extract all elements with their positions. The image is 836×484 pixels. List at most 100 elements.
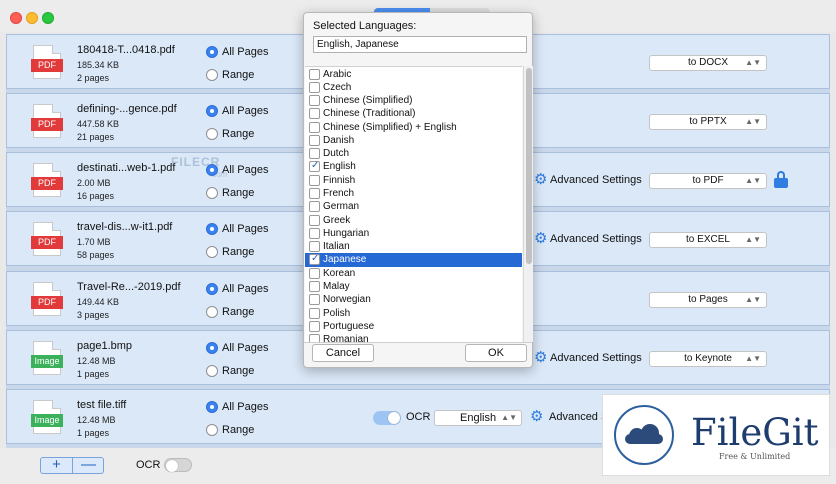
file-name: Travel-Re...-2019.pdf bbox=[77, 281, 181, 293]
range-radio[interactable] bbox=[206, 306, 218, 318]
output-format-select[interactable]: to PDF ▲▼ bbox=[649, 173, 767, 189]
all-pages-radio[interactable] bbox=[206, 46, 218, 58]
range-radio[interactable] bbox=[206, 128, 218, 140]
all-pages-radio[interactable] bbox=[206, 283, 218, 295]
language-checkbox[interactable] bbox=[309, 334, 320, 342]
output-format-select[interactable]: to Keynote ▲▼ bbox=[649, 351, 767, 367]
global-ocr-toggle[interactable] bbox=[164, 458, 192, 472]
watermark: FILECR bbox=[171, 155, 221, 169]
output-format-select[interactable]: to EXCEL ▲▼ bbox=[649, 232, 767, 248]
language-item[interactable]: Czech bbox=[305, 81, 522, 94]
language-item[interactable]: Romanian bbox=[305, 333, 522, 342]
language-item[interactable]: Danish bbox=[305, 134, 522, 147]
language-checkbox[interactable] bbox=[309, 81, 320, 93]
language-item[interactable]: Chinese (Traditional) bbox=[305, 107, 522, 120]
language-checkbox[interactable] bbox=[309, 267, 320, 279]
file-type-badge: PDF bbox=[31, 236, 63, 249]
output-format-value: to PPTX bbox=[689, 116, 727, 127]
remove-file-button[interactable]: — bbox=[73, 457, 104, 473]
language-item[interactable]: English bbox=[305, 160, 522, 173]
language-item[interactable]: Finnish bbox=[305, 174, 522, 187]
row-ocr-toggle[interactable] bbox=[373, 411, 401, 425]
language-checkbox[interactable] bbox=[309, 294, 320, 306]
ocr-language-select[interactable]: English ▲▼ bbox=[434, 410, 522, 426]
language-checkbox[interactable] bbox=[309, 214, 320, 226]
gear-icon: ⚙ bbox=[530, 410, 544, 424]
all-pages-radio[interactable] bbox=[206, 401, 218, 413]
language-item[interactable]: Hungarian bbox=[305, 227, 522, 240]
file-pages: 2 pages bbox=[77, 73, 110, 83]
language-checkbox[interactable] bbox=[309, 95, 320, 107]
language-name: Korean bbox=[323, 267, 356, 279]
output-format-select[interactable]: to PPTX ▲▼ bbox=[649, 114, 767, 130]
language-item[interactable]: Korean bbox=[305, 267, 522, 280]
all-pages-radio[interactable] bbox=[206, 105, 218, 117]
language-item[interactable]: Portuguese bbox=[305, 320, 522, 333]
close-window-button[interactable] bbox=[10, 12, 22, 24]
language-item[interactable]: Italian bbox=[305, 240, 522, 253]
language-checkbox[interactable] bbox=[309, 307, 320, 319]
language-checkbox[interactable] bbox=[309, 108, 320, 120]
range-radio[interactable] bbox=[206, 246, 218, 258]
output-format-select[interactable]: to DOCX ▲▼ bbox=[649, 55, 767, 71]
all-pages-label: All Pages bbox=[222, 223, 269, 235]
scrollbar-thumb[interactable] bbox=[526, 68, 532, 264]
language-item[interactable]: Japanese bbox=[305, 253, 522, 267]
minimize-window-button[interactable] bbox=[26, 12, 38, 24]
language-checkbox[interactable] bbox=[309, 280, 320, 292]
language-name: Chinese (Traditional) bbox=[323, 108, 416, 120]
chevron-updown-icon: ▲▼ bbox=[745, 295, 761, 304]
range-radio[interactable] bbox=[206, 187, 218, 199]
range-label: Range bbox=[222, 306, 255, 318]
language-item[interactable]: Chinese (Simplified) bbox=[305, 94, 522, 107]
brand-logo: FileGit Free & Unlimited bbox=[602, 394, 830, 476]
language-checkbox[interactable] bbox=[309, 227, 320, 239]
ok-button[interactable]: OK bbox=[465, 344, 527, 362]
brand-tagline: Free & Unlimited bbox=[719, 452, 791, 461]
language-list-scrollbar[interactable] bbox=[523, 66, 533, 342]
language-item[interactable]: French bbox=[305, 187, 522, 200]
range-label: Range bbox=[222, 246, 255, 258]
add-file-button[interactable]: + bbox=[41, 457, 73, 473]
language-checkbox[interactable] bbox=[309, 160, 320, 173]
file-size: 447.58 KB bbox=[77, 119, 120, 129]
all-pages-radio[interactable] bbox=[206, 342, 218, 354]
language-name: Arabic bbox=[323, 68, 352, 80]
file-size: 12.48 MB bbox=[77, 356, 116, 366]
language-checkbox[interactable] bbox=[309, 201, 320, 213]
lock-icon[interactable] bbox=[774, 171, 788, 189]
language-item[interactable]: Chinese (Simplified) + English bbox=[305, 121, 522, 134]
language-item[interactable]: Arabic bbox=[305, 68, 522, 81]
gear-icon: ⚙ bbox=[534, 171, 548, 188]
language-checkbox[interactable] bbox=[309, 188, 320, 200]
language-checkbox[interactable] bbox=[309, 253, 320, 266]
language-popover: Selected Languages: English, Japanese Ar… bbox=[303, 12, 533, 368]
language-checkbox[interactable] bbox=[309, 68, 320, 80]
language-checkbox[interactable] bbox=[309, 121, 320, 133]
advanced-settings-button[interactable]: ⚙ Advanced Settings bbox=[530, 410, 610, 424]
range-radio[interactable] bbox=[206, 424, 218, 436]
brand-name: FileGit bbox=[691, 411, 819, 454]
language-item[interactable]: Greek bbox=[305, 214, 522, 227]
output-format-select[interactable]: to Pages ▲▼ bbox=[649, 292, 767, 308]
language-name: Dutch bbox=[323, 148, 350, 160]
language-item[interactable]: German bbox=[305, 200, 522, 213]
cancel-button[interactable]: Cancel bbox=[312, 344, 374, 362]
language-checkbox[interactable] bbox=[309, 320, 320, 332]
language-item[interactable]: Dutch bbox=[305, 147, 522, 160]
chevron-updown-icon: ▲▼ bbox=[501, 413, 517, 422]
language-item[interactable]: Polish bbox=[305, 307, 522, 320]
zoom-window-button[interactable] bbox=[42, 12, 54, 24]
language-checkbox[interactable] bbox=[309, 174, 320, 186]
output-format-value: to Pages bbox=[688, 294, 728, 305]
language-name: German bbox=[323, 201, 360, 213]
selected-languages-field[interactable]: English, Japanese bbox=[313, 36, 527, 53]
language-item[interactable]: Malay bbox=[305, 280, 522, 293]
range-radio[interactable] bbox=[206, 69, 218, 81]
all-pages-radio[interactable] bbox=[206, 223, 218, 235]
language-checkbox[interactable] bbox=[309, 148, 320, 160]
range-radio[interactable] bbox=[206, 365, 218, 377]
language-item[interactable]: Norwegian bbox=[305, 293, 522, 306]
language-checkbox[interactable] bbox=[309, 241, 320, 253]
language-checkbox[interactable] bbox=[309, 134, 320, 146]
